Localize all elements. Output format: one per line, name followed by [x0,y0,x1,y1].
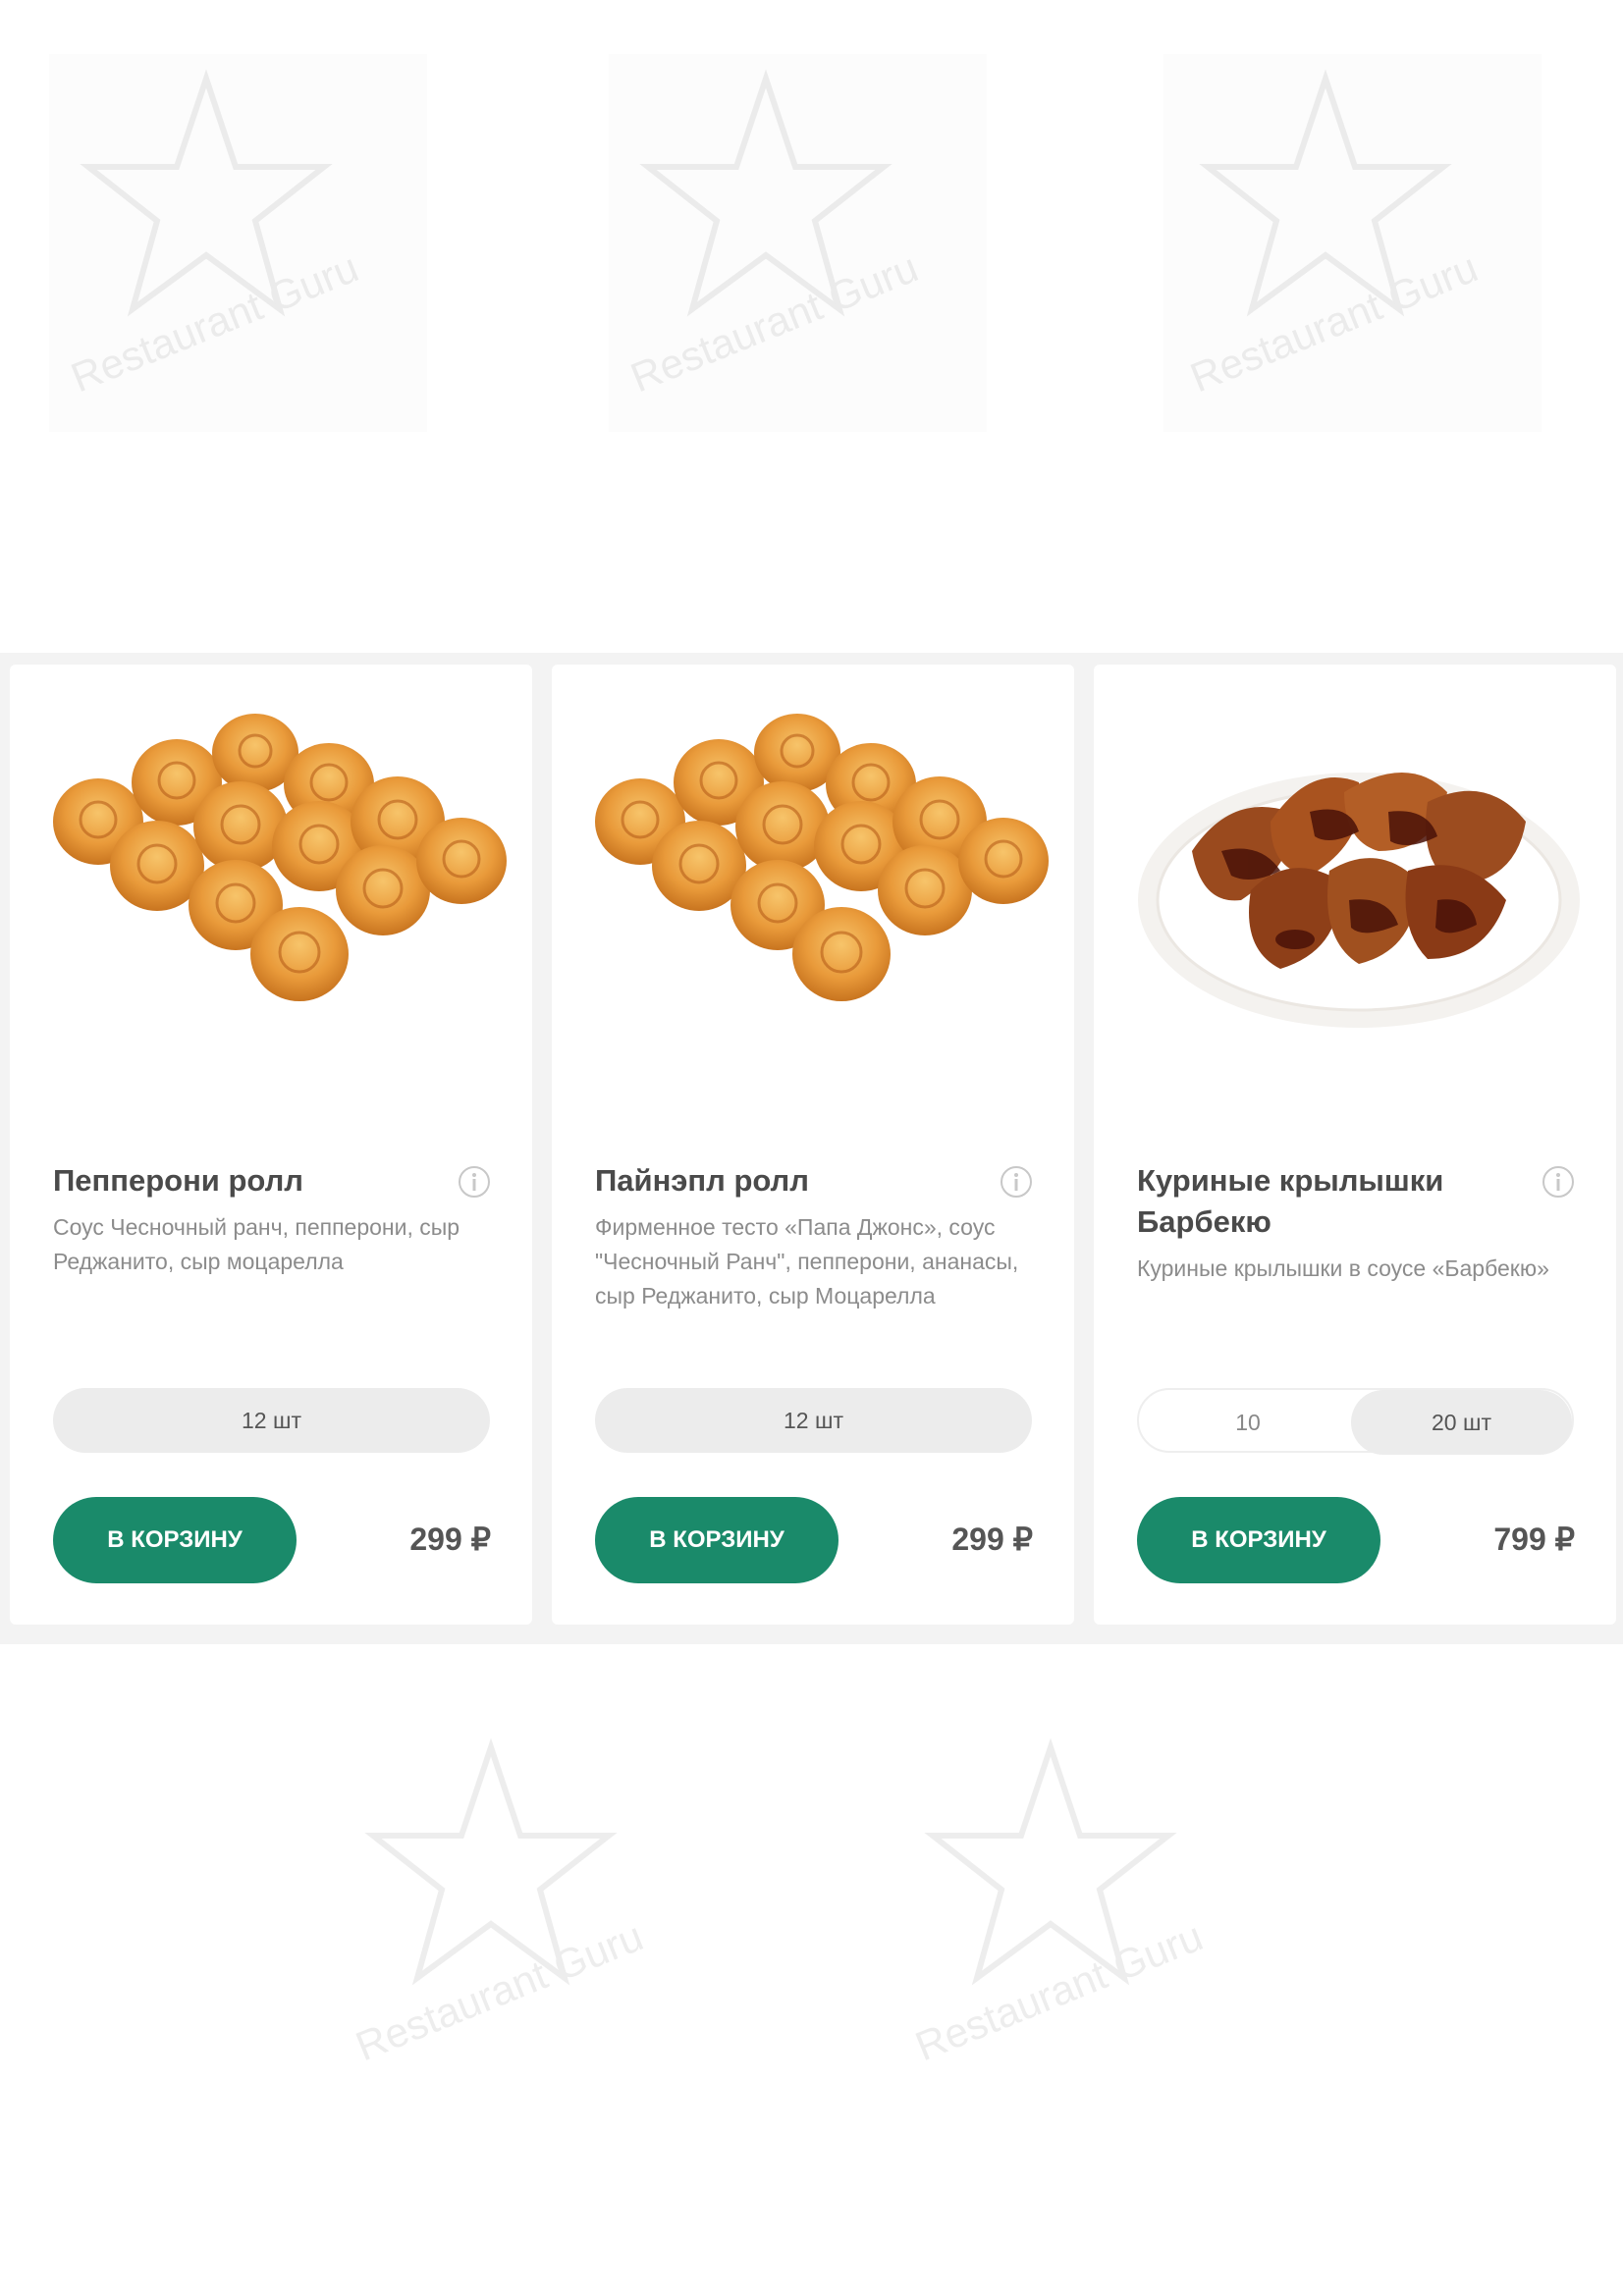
price: 799 ₽ [1493,1522,1575,1557]
size-option[interactable]: 12 шт [595,1388,1032,1453]
product-description: Соус Чесночный ранч, пепперони, сыр Редж… [53,1214,460,1274]
size-selector: 12 шт [53,1388,490,1453]
product-title: Куриные крылышки Барбекю [1137,1163,1444,1239]
product-title: Пепперони ролл [53,1163,303,1198]
rolls-photo [595,714,1049,1001]
info-icon[interactable] [1000,1165,1033,1199]
add-to-cart-button[interactable]: В КОРЗИНУ [595,1497,839,1583]
product-card-pineapple-roll: Пайнэпл ролл Фирменное тесто «Папа Джонс… [552,665,1074,1625]
watermark-text: Restaurant Guru [350,1912,649,2069]
image-placeholder [49,54,427,432]
info-icon[interactable] [1542,1165,1575,1199]
add-to-cart-button[interactable]: В КОРЗИНУ [53,1497,297,1583]
image-placeholder [1163,54,1542,432]
price: 299 ₽ [951,1522,1033,1557]
product-card-pepperoni-roll: Пепперони ролл Соус Чесночный ранч, пепп… [10,665,532,1625]
product-title: Пайнэпл ролл [595,1163,809,1198]
wings-photo [1138,773,1580,1028]
product-description: Фирменное тесто «Папа Джонс», соус "Чесн… [595,1214,1019,1308]
price: 299 ₽ [409,1522,491,1557]
size-option-selected[interactable]: 20 шт [1351,1390,1572,1455]
size-option[interactable]: 10 [1139,1390,1357,1455]
watermark-text: Restaurant Guru [909,1912,1209,2069]
product-card-bbq-wings: Куриные крылышки Барбекю Куриные крылышк… [1094,665,1616,1625]
size-option[interactable]: 12 шт [53,1388,490,1453]
watermark-logo: Restaurant Guru [909,1737,1209,2069]
info-icon[interactable] [458,1165,491,1199]
add-to-cart-button[interactable]: В КОРЗИНУ [1137,1497,1380,1583]
top-placeholder-row [0,0,1623,653]
watermark-logo: Restaurant Guru [350,1737,649,2069]
size-selector: 12 шт [595,1388,1032,1453]
product-description: Куриные крылышки в соусе «Барбекю» [1137,1255,1549,1281]
size-selector: 10 20 шт [1137,1388,1574,1455]
image-placeholder [609,54,987,432]
rolls-photo [53,714,507,1001]
